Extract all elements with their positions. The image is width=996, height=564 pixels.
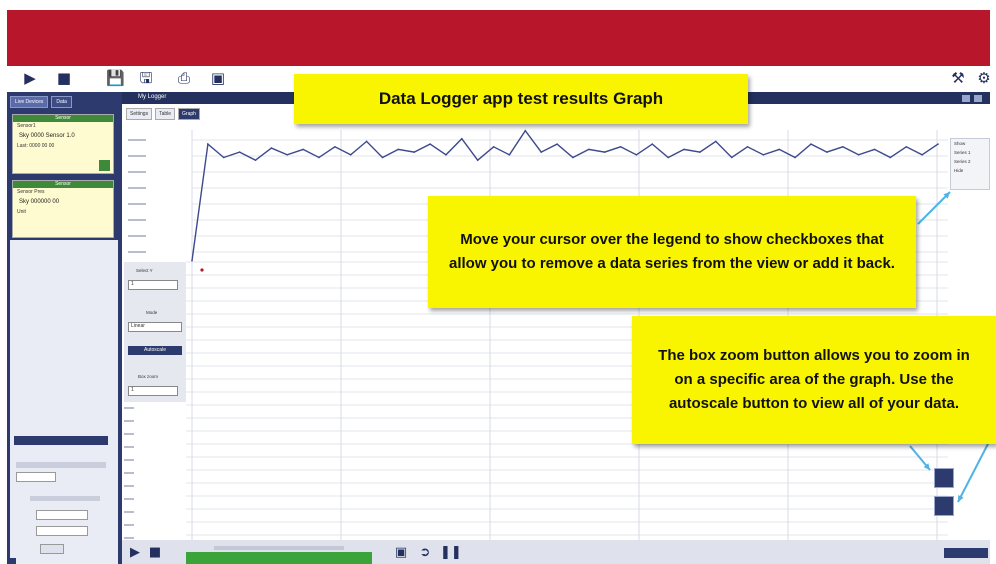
data-point <box>715 140 717 143</box>
data-point <box>318 156 320 159</box>
app-screen: ▶ ■ 💾 🖫 ⎙ ▣ ⚒ ⚙ Live Devices Data Sensor… <box>0 0 996 564</box>
data-point <box>381 156 384 159</box>
data-point <box>222 156 225 159</box>
data-point <box>683 148 685 151</box>
legend-arrow <box>917 191 951 225</box>
data-point <box>826 151 828 153</box>
zoom-callout: The box zoom button allows you to zoom i… <box>632 316 996 444</box>
data-point <box>238 151 241 153</box>
data-point <box>619 146 622 148</box>
data-point <box>651 143 654 145</box>
data-point <box>730 156 733 159</box>
box-zoom-dropdown[interactable]: 1 <box>128 386 178 396</box>
legend-item[interactable]: Hide <box>951 166 989 175</box>
title-callout: Data Logger app test results Graph <box>294 74 748 124</box>
mode-label: Mode <box>146 310 158 315</box>
stop-icon[interactable]: ■ <box>148 546 162 560</box>
status-text <box>214 546 344 550</box>
data-point <box>699 151 701 153</box>
data-point <box>635 154 638 156</box>
play-icon[interactable]: ▶ <box>128 546 142 560</box>
data-point <box>365 140 368 143</box>
data-point <box>508 154 511 156</box>
data-point <box>524 129 527 132</box>
legend-callout: Move your cursor over the legend to show… <box>428 196 916 308</box>
cursor-marker <box>200 268 204 272</box>
mode-dropdown[interactable]: Linear <box>128 322 182 332</box>
pause-icon[interactable]: ❚❚ <box>440 546 462 560</box>
data-point <box>556 143 558 145</box>
legend-item[interactable]: Series 1 <box>951 148 989 157</box>
select-y-dropdown[interactable]: 1 <box>128 280 178 290</box>
data-point <box>937 143 939 145</box>
data-point <box>746 146 749 148</box>
data-point <box>889 156 892 159</box>
select-y-label: Select Y <box>136 268 153 273</box>
data-point <box>207 143 209 145</box>
data-point <box>603 151 606 153</box>
data-point <box>794 156 796 159</box>
legend-item[interactable]: Series 2 <box>951 157 989 166</box>
data-point <box>413 151 416 153</box>
data-point <box>905 146 908 148</box>
data-point <box>857 154 860 156</box>
data-point <box>302 148 304 151</box>
data-point <box>842 146 844 148</box>
box-zoom-button[interactable] <box>934 468 954 488</box>
data-point <box>873 148 876 151</box>
autoscale-button[interactable]: Autoscale <box>128 346 182 355</box>
data-point <box>492 146 495 148</box>
data-point <box>254 159 257 161</box>
graph-legend[interactable]: Show Series 1 Series 2 Hide <box>950 138 990 190</box>
autoscale-arrow <box>957 439 991 503</box>
data-point <box>461 137 463 140</box>
export-icon[interactable]: ➲ <box>418 546 432 560</box>
save-icon[interactable]: ▣ <box>394 546 408 560</box>
data-point <box>762 154 765 156</box>
data-point <box>476 159 479 161</box>
data-point <box>270 147 273 149</box>
data-point <box>572 156 574 159</box>
box-zoom-label: Box zoom <box>138 374 159 379</box>
data-point <box>429 143 431 145</box>
data-point <box>667 156 669 159</box>
data-point <box>334 146 336 148</box>
data-point <box>778 148 781 151</box>
autoscale-icon-button[interactable] <box>934 496 954 516</box>
data-point <box>191 259 193 262</box>
progress-bar <box>186 552 372 564</box>
data-point <box>921 154 923 156</box>
data-point <box>286 154 289 156</box>
data-point <box>445 154 447 156</box>
data-point <box>397 148 400 151</box>
data-point <box>588 148 590 151</box>
data-point <box>349 154 352 156</box>
legend-item[interactable]: Show <box>951 139 989 148</box>
settings-button[interactable] <box>944 548 988 558</box>
data-point <box>540 151 542 153</box>
data-point <box>810 143 812 145</box>
